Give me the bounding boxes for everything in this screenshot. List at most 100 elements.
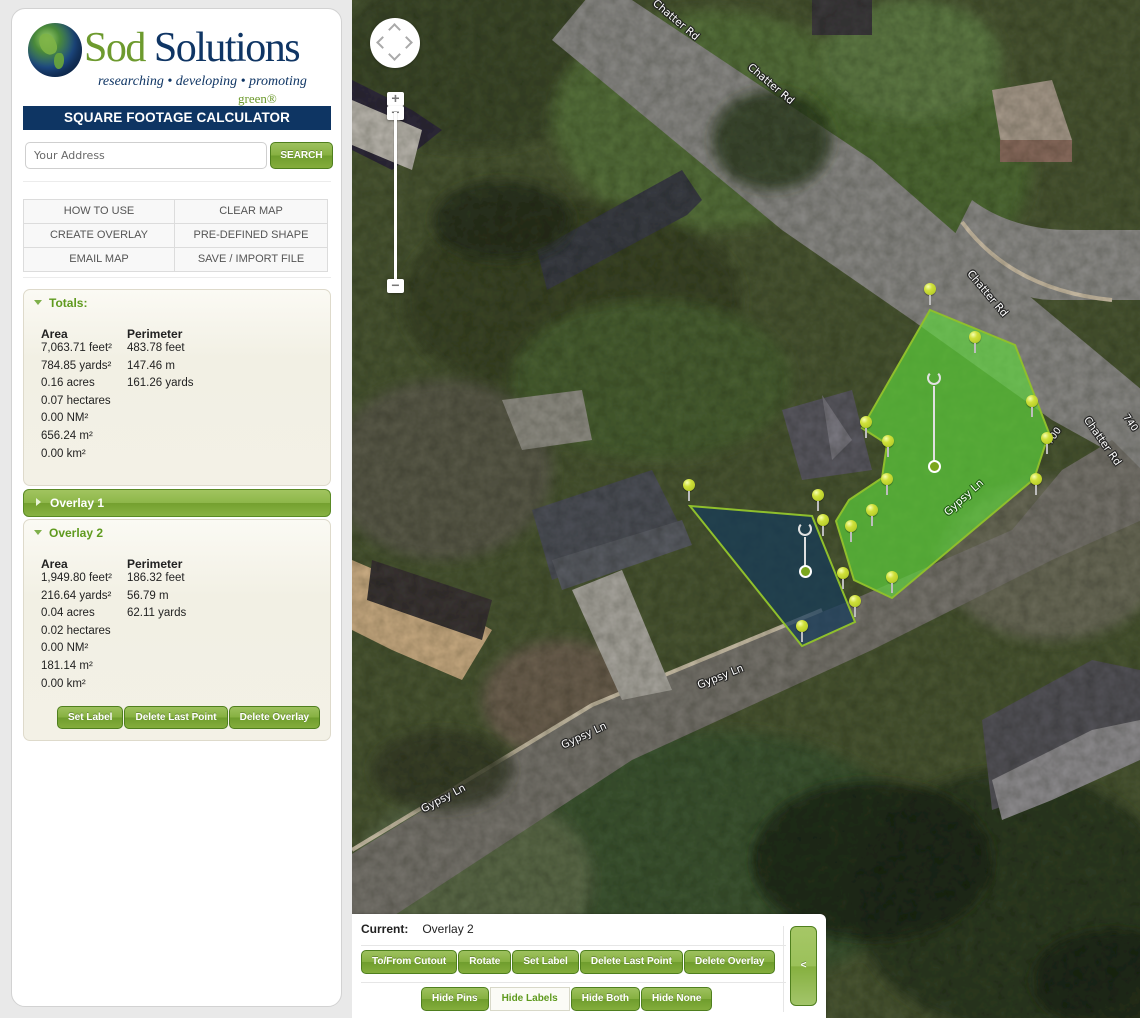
logo-brand: Sod Solutions xyxy=(84,25,301,71)
rotate-button[interactable]: Rotate xyxy=(458,950,512,974)
collapse-triangle-icon xyxy=(34,530,42,535)
totals-stats: Area Perimeter 7,063.71 feet² 483.78 feet … xyxy=(24,316,330,465)
collapse-toolbar-button[interactable]: < xyxy=(790,926,817,1006)
save-import-file-button[interactable]: SAVE / IMPORT FILE xyxy=(174,247,328,272)
current-value: Overlay 2 xyxy=(422,922,474,936)
satellite-map[interactable]: Chatter Rd Chatter Rd Chatter Rd Chatter… xyxy=(352,0,1140,1018)
current-label: Current: xyxy=(361,922,409,936)
logo-green: green® xyxy=(238,91,277,106)
vertex-pin[interactable] xyxy=(881,473,893,495)
how-to-use-button[interactable]: HOW TO USE xyxy=(23,199,175,224)
hide-both-button[interactable]: Hide Both xyxy=(570,987,640,1011)
vertex-pin[interactable] xyxy=(860,416,872,438)
divider xyxy=(361,945,786,946)
vertex-pin[interactable] xyxy=(817,514,829,536)
area-value: 7,063.71 feet² xyxy=(41,342,112,354)
vertex-pin[interactable] xyxy=(845,520,857,542)
drag-center-handle[interactable] xyxy=(928,460,941,473)
delete-overlay-button[interactable]: Delete Overlay xyxy=(228,706,321,729)
vertex-pin[interactable] xyxy=(1026,395,1038,417)
sidebar: Sod Solutions researching • developing •… xyxy=(11,8,342,1007)
set-label-button[interactable]: Set Label xyxy=(512,950,579,974)
totals-header[interactable]: Totals: xyxy=(24,290,330,316)
satellite-imagery xyxy=(352,0,1140,1018)
logo-tagline: researching • developing • promoting xyxy=(98,74,307,89)
overlay-2-actions: Set Label Delete Last Point Delete Overl… xyxy=(57,706,321,729)
address-search: SEARCH xyxy=(25,142,333,169)
vertex-pin[interactable] xyxy=(837,567,849,589)
app: Sod Solutions researching • developing •… xyxy=(0,0,1140,1018)
pan-down-icon[interactable] xyxy=(388,48,401,61)
set-label-button[interactable]: Set Label xyxy=(57,706,124,729)
perimeter-value: 483.78 feet xyxy=(127,342,185,354)
overlay-2-title: Overlay 2 xyxy=(49,526,104,540)
overlay-2-header[interactable]: Overlay 2 xyxy=(24,520,330,546)
area-header: Area xyxy=(41,556,68,571)
vertex-pin[interactable] xyxy=(849,595,861,617)
zoom-out-button[interactable]: − xyxy=(387,278,404,293)
pan-right-icon[interactable] xyxy=(400,36,413,49)
vertex-pin[interactable] xyxy=(969,331,981,353)
drag-center-handle[interactable] xyxy=(799,565,812,578)
area-value: 0.04 acres xyxy=(41,607,95,620)
menu-grid: HOW TO USE CLEAR MAP CREATE OVERLAY PRE-… xyxy=(23,199,328,272)
area-value: 0.07 hectares xyxy=(41,394,111,407)
vertex-pin[interactable] xyxy=(866,504,878,526)
area-value: 0.00 NM² xyxy=(41,642,89,655)
area-value: 216.64 yards² xyxy=(41,589,112,602)
vertex-pin[interactable] xyxy=(812,489,824,511)
pre-defined-shape-button[interactable]: PRE-DEFINED SHAPE xyxy=(174,223,328,248)
vertex-pin[interactable] xyxy=(924,283,936,305)
perimeter-header: Perimeter xyxy=(127,326,183,341)
rotate-icon[interactable] xyxy=(927,371,941,385)
overlay-2-panel: Overlay 2 Area Perimeter 1,949.80 feet² 18… xyxy=(23,519,331,741)
email-map-button[interactable]: EMAIL MAP xyxy=(23,247,175,272)
delete-overlay-button[interactable]: Delete Overlay xyxy=(683,950,776,974)
area-value: 656.24 m² xyxy=(41,429,93,442)
to-from-cutout-button[interactable]: To/From Cutout xyxy=(361,950,458,974)
logo-brand-solutions: Solutions xyxy=(153,25,301,71)
pan-up-icon[interactable] xyxy=(388,23,401,36)
rotate-icon[interactable] xyxy=(798,522,812,536)
pan-control xyxy=(370,18,420,68)
vertex-pin[interactable] xyxy=(796,620,808,642)
totals-title: Totals: xyxy=(49,296,88,310)
hide-labels-button[interactable]: Hide Labels xyxy=(489,987,570,1011)
delete-last-point-button[interactable]: Delete Last Point xyxy=(579,950,683,974)
perimeter-value: 56.79 m xyxy=(127,589,169,602)
area-value: 0.16 acres xyxy=(41,377,95,390)
area-value: 784.85 yards² xyxy=(41,359,112,372)
expand-triangle-icon xyxy=(36,498,41,506)
zoom-slider-track[interactable] xyxy=(394,112,397,282)
search-button[interactable]: SEARCH xyxy=(270,142,333,169)
delete-last-point-button[interactable]: Delete Last Point xyxy=(124,706,228,729)
overlay-1-title: Overlay 1 xyxy=(50,496,105,510)
overlay-1-header[interactable]: Overlay 1 xyxy=(23,489,331,517)
perimeter-value: 161.26 yards xyxy=(127,377,194,390)
area-value: 0.00 km² xyxy=(41,677,86,690)
sod-solutions-logo[interactable]: Sod Solutions researching • developing •… xyxy=(24,19,334,109)
perimeter-value: 186.32 feet xyxy=(127,572,185,584)
vertex-pin[interactable] xyxy=(882,435,894,457)
rotate-handle-line xyxy=(933,386,935,466)
current-overlay: Current: Overlay 2 xyxy=(361,922,474,936)
vertex-pin[interactable] xyxy=(683,479,695,501)
globe-icon xyxy=(28,23,82,77)
divider xyxy=(23,277,331,278)
create-overlay-button[interactable]: CREATE OVERLAY xyxy=(23,223,175,248)
page-title: SQUARE FOOTAGE CALCULATOR xyxy=(23,106,331,130)
area-value: 0.00 NM² xyxy=(41,412,89,425)
area-header: Area xyxy=(41,326,68,341)
vertex-pin[interactable] xyxy=(886,571,898,593)
clear-map-button[interactable]: CLEAR MAP xyxy=(174,199,328,224)
area-value: 0.00 km² xyxy=(41,447,86,460)
address-input[interactable] xyxy=(25,142,267,169)
totals-panel: Totals: Area Perimeter 7,063.71 feet² 483.… xyxy=(23,289,331,486)
overlay-2-stats: Area Perimeter 1,949.80 feet² 186.32 feet … xyxy=(24,546,330,695)
vertex-pin[interactable] xyxy=(1041,432,1053,454)
pan-left-icon[interactable] xyxy=(376,36,389,49)
hide-pins-button[interactable]: Hide Pins xyxy=(421,987,489,1011)
visibility-toggles: Hide Pins Hide Labels Hide Both Hide Non… xyxy=(421,987,713,1011)
hide-none-button[interactable]: Hide None xyxy=(640,987,713,1011)
vertex-pin[interactable] xyxy=(1030,473,1042,495)
